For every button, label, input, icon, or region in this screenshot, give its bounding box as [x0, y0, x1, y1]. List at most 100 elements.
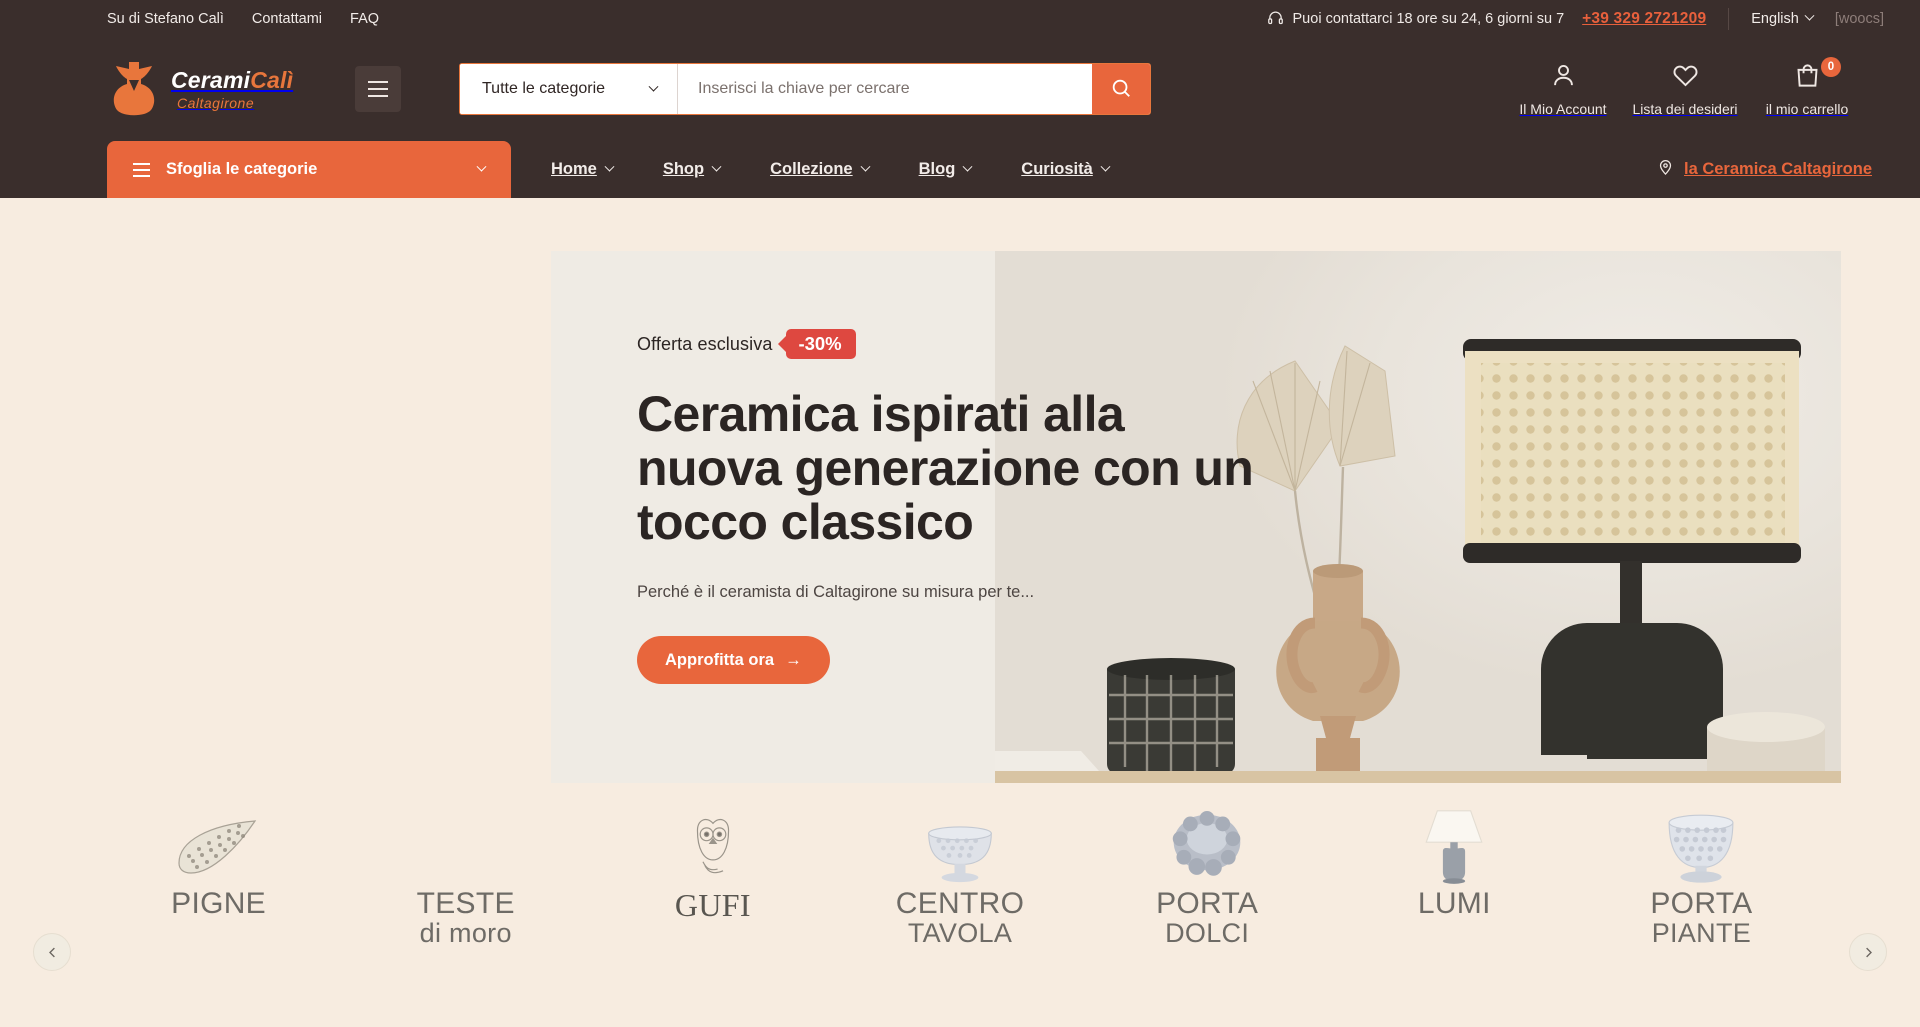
top-bar-links: Su di Stefano Calì Contattami FAQ	[107, 11, 379, 27]
support-text: Puoi contattarci 18 ore su 24, 6 giorni …	[1292, 10, 1565, 27]
search-submit-button[interactable]	[1092, 64, 1150, 114]
nav-item-curiosita[interactable]: Curiosità	[1021, 160, 1111, 179]
hero-slide: Offerta esclusiva -30% Ceramica ispirati…	[551, 251, 1841, 816]
hero-cta-label: Approfitta ora	[665, 650, 775, 669]
divider	[1728, 7, 1730, 30]
category-item-teste-di-moro[interactable]: TESTE di moro	[342, 801, 589, 947]
plant-pot-icon	[1656, 807, 1746, 885]
phone-link[interactable]: +39 329 2721209	[1582, 10, 1706, 28]
burger-icon	[133, 162, 150, 177]
carousel-track: PIGNE TESTE di moro GUFI CENTRO TAVOLA P…	[95, 801, 1825, 947]
burger-line	[368, 95, 388, 97]
nav-label: Blog	[918, 160, 956, 178]
main-navigation-bar: Sfoglia le categorie Home Shop Collezion…	[0, 141, 1920, 198]
hero-section: Offerta esclusiva -30% Ceramica ispirati…	[0, 198, 1920, 816]
menu-toggle-button[interactable]	[355, 66, 401, 112]
burger-line	[368, 88, 388, 90]
nav-label: Home	[551, 160, 597, 178]
browse-categories-button[interactable]: Sfoglia le categorie	[107, 141, 511, 198]
burger-line	[133, 174, 150, 177]
user-icon	[1550, 62, 1577, 94]
wishlist-label: Lista dei desideri	[1632, 100, 1738, 117]
owl-icon	[681, 807, 745, 885]
hero-cta-button[interactable]: Approfitta ora →	[637, 636, 830, 684]
nav-item-home[interactable]: Home	[551, 160, 615, 179]
header-actions: Il Mio Account Lista dei desideri 0 il m…	[1502, 56, 1868, 117]
nav-label: Shop	[662, 160, 705, 178]
cart-label: il mio carrello	[1765, 100, 1849, 117]
carousel-prev-button[interactable]	[33, 933, 71, 971]
nav-item-shop[interactable]: Shop	[662, 160, 722, 179]
hero-subtitle: Perché è il ceramista di Caltagirone su …	[637, 583, 1035, 601]
cart-link[interactable]: 0 il mio carrello	[1746, 56, 1868, 117]
chevron-down-icon	[476, 161, 487, 172]
nav-item-collezione[interactable]: Collezione	[770, 160, 871, 179]
chevron-down-icon	[648, 81, 659, 92]
wishlist-link[interactable]: Lista dei desideri	[1624, 62, 1746, 117]
nav-item-blog[interactable]: Blog	[918, 160, 973, 179]
carousel-next-button[interactable]	[1849, 933, 1887, 971]
search-category-value: Tutte le categorie	[482, 80, 606, 97]
headset-icon	[1267, 10, 1284, 27]
category-item-pigne[interactable]: PIGNE	[95, 801, 342, 920]
top-link-contact[interactable]: Contattami	[252, 11, 322, 27]
discount-badge: -30%	[786, 329, 856, 359]
top-bar: Su di Stefano Calì Contattami FAQ Puoi c…	[0, 0, 1920, 37]
category-item-porta-dolci[interactable]: PORTA DOLCI	[1084, 801, 1331, 947]
chevron-down-icon	[1100, 161, 1111, 172]
account-link[interactable]: Il Mio Account	[1502, 62, 1624, 117]
category-item-porta-piante[interactable]: PORTA PIANTE	[1578, 801, 1825, 947]
category-label-line2: PIANTE	[1651, 917, 1752, 948]
top-link-faq[interactable]: FAQ	[350, 11, 379, 27]
category-item-centro-tavola[interactable]: CENTRO TAVOLA	[836, 801, 1083, 947]
nav-right-label: la Ceramica Caltagirone	[1684, 160, 1872, 178]
arrow-right-icon: →	[785, 650, 802, 669]
category-label-line1: CENTRO	[895, 887, 1025, 920]
top-link-about[interactable]: Su di Stefano Calì	[107, 11, 224, 27]
search-category-select[interactable]: Tutte le categorie	[460, 64, 678, 114]
logo-wordmark: CeramiCalì Caltagirone	[171, 66, 294, 111]
category-label-line1: GUFI	[674, 887, 751, 923]
category-item-gufi[interactable]: GUFI	[589, 801, 836, 922]
nav-label: Curiosità	[1021, 160, 1093, 178]
search-bar: Tutte le categorie	[459, 63, 1151, 115]
logo-subtitle: Caltagirone	[177, 94, 255, 111]
category-label: PORTA PIANTE	[1650, 888, 1752, 948]
ceramica-caltagirone-link[interactable]: la Ceramica Caltagirone	[1657, 157, 1872, 182]
shopping-bag-icon	[1794, 62, 1821, 94]
site-header: CeramiCalì Caltagirone Tutte le categori…	[0, 37, 1920, 141]
chevron-down-icon	[711, 161, 722, 172]
logo-text-part2: Calì	[250, 66, 294, 93]
site-logo[interactable]: CeramiCalì Caltagirone	[107, 60, 307, 118]
category-item-lumi[interactable]: LUMI	[1331, 801, 1578, 920]
sweets-bowl-icon	[1165, 807, 1249, 885]
category-label-line2: DOLCI	[1165, 917, 1250, 948]
top-bar-right: Puoi contattarci 18 ore su 24, 6 giorni …	[1267, 7, 1884, 30]
language-label: English	[1751, 10, 1799, 27]
table-lamp-icon	[1417, 807, 1491, 885]
category-label: LUMI	[1417, 887, 1491, 920]
centerpiece-icon	[914, 807, 1006, 885]
category-label-line1: TESTE	[416, 887, 515, 920]
chevron-down-icon	[1804, 10, 1815, 21]
category-label-line2: TAVOLA	[907, 917, 1013, 948]
search-input[interactable]	[678, 64, 1092, 114]
support-contact: Puoi contattarci 18 ore su 24, 6 giorni …	[1267, 10, 1565, 27]
pinecone-icon	[169, 807, 269, 885]
location-pin-icon	[1657, 157, 1674, 182]
browse-categories-label: Sfoglia le categorie	[166, 160, 318, 178]
category-label-line2: di moro	[419, 917, 512, 948]
burger-line	[368, 81, 388, 83]
category-label-line1: LUMI	[1417, 887, 1491, 920]
category-label: PIGNE	[171, 888, 266, 920]
amphora-logo-icon	[107, 60, 161, 118]
hero-title: Ceramica ispirati alla nuova generazione…	[637, 386, 1254, 550]
offer-label: Offerta esclusiva	[637, 333, 773, 354]
cart-count-badge: 0	[1821, 56, 1841, 77]
nav-menu: Home Shop Collezione Blog Curiosità	[551, 160, 1111, 179]
currency-switcher[interactable]: [woocs]	[1835, 11, 1884, 27]
category-label: CENTRO TAVOLA	[895, 887, 1025, 948]
language-selector[interactable]: English	[1751, 10, 1815, 27]
logo-text-part1: Cerami	[171, 66, 251, 93]
nav-label: Collezione	[770, 160, 853, 178]
